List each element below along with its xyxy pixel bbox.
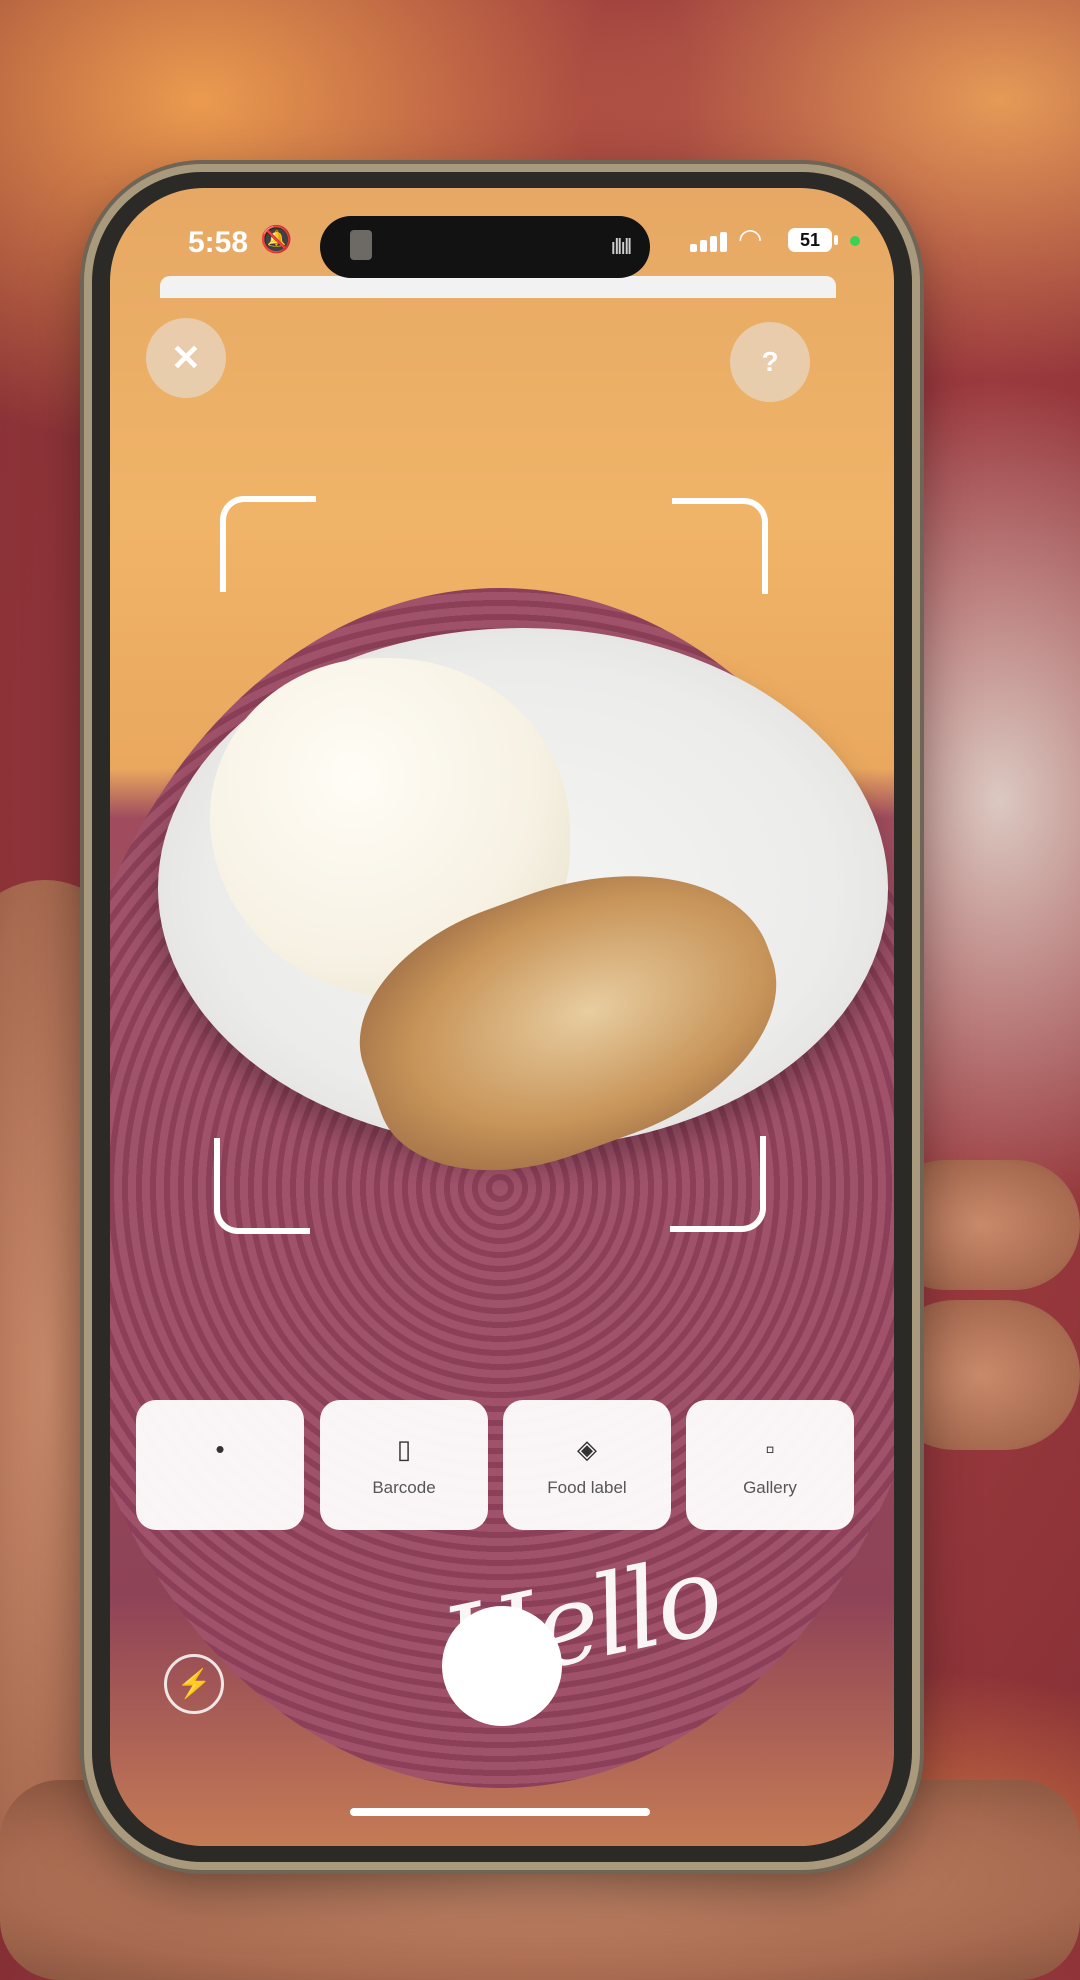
scan-frame-corner-top-right [672, 498, 768, 594]
battery-cap [834, 235, 838, 245]
close-button[interactable]: ✕ [146, 318, 226, 398]
scan-frame-corner-bottom-left [214, 1138, 310, 1234]
scan-dot-icon: • [215, 1434, 225, 1464]
mode-barcode[interactable]: ▯ Barcode [320, 1400, 488, 1530]
scan-mode-selector: • ▯ Barcode ◈ Food label ▫ Gallery [136, 1400, 876, 1532]
camera-screen: 5:58 🔕 ıllıll ◠ 51 ✕ ? • ▯ Barcode ◈ Foo… [110, 188, 894, 1846]
flash-icon: ⚡ [176, 1668, 212, 1699]
help-icon: ? [761, 346, 779, 377]
island-indicator: ıllıll [610, 234, 632, 259]
bell-slash-icon: 🔕 [260, 224, 293, 254]
mode-label: Barcode [372, 1478, 436, 1497]
help-button[interactable]: ? [730, 322, 810, 402]
status-time: 5:58 [188, 226, 249, 259]
battery-icon: 51 [788, 228, 832, 252]
dynamic-island: ıllıll [320, 216, 650, 278]
scan-frame-corner-bottom-right [670, 1136, 766, 1232]
flash-button[interactable]: ⚡ [164, 1654, 224, 1714]
barcode-icon: ▯ [396, 1434, 412, 1464]
island-activity-icon [350, 230, 372, 260]
close-icon: ✕ [170, 337, 202, 378]
mode-scan-food[interactable]: • [136, 1400, 304, 1530]
sheet-handle-strip [160, 276, 836, 298]
tag-icon: ◈ [577, 1434, 597, 1464]
mode-label: Food label [547, 1478, 627, 1497]
cellular-signal-icon [690, 232, 730, 252]
mode-food-label[interactable]: ◈ Food label [503, 1400, 671, 1530]
mode-label: Gallery [743, 1478, 797, 1497]
gallery-icon: ▫ [765, 1434, 775, 1464]
camera-in-use-indicator [850, 236, 860, 246]
phone-frame: 5:58 🔕 ıllıll ◠ 51 ✕ ? • ▯ Barcode ◈ Foo… [92, 172, 912, 1862]
wifi-icon: ◠ [738, 223, 763, 254]
scan-frame-corner-top-left [220, 496, 316, 592]
home-indicator[interactable] [350, 1808, 650, 1816]
mode-gallery[interactable]: ▫ Gallery [686, 1400, 854, 1530]
